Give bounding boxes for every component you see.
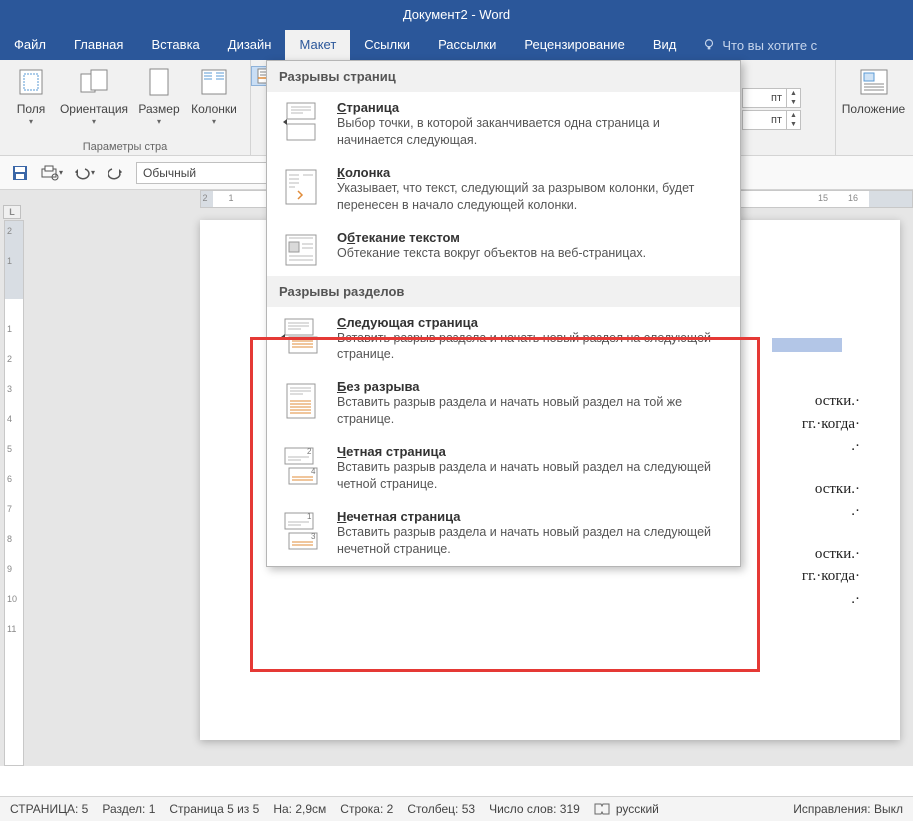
tab-review[interactable]: Рецензирование — [510, 30, 638, 60]
status-page-of[interactable]: Страница 5 из 5 — [169, 802, 259, 816]
position-icon — [858, 66, 890, 98]
spacing-after-spinner[interactable]: пт ▲▼ — [742, 110, 801, 130]
tab-layout[interactable]: Макет — [285, 30, 350, 60]
svg-text:1: 1 — [307, 512, 312, 521]
break-page-icon — [281, 100, 321, 142]
break-even-page-icon: 24 — [281, 444, 321, 488]
break-continuous-desc: Вставить разрыв раздела и начать новый р… — [337, 394, 726, 428]
status-column[interactable]: Столбец: 53 — [407, 802, 475, 816]
tell-me-search[interactable]: Что вы хотите с — [690, 30, 817, 60]
document-title: Документ2 - Word — [403, 7, 510, 22]
break-wrap-icon — [281, 230, 321, 268]
chevron-down-icon: ▾ — [29, 117, 33, 126]
dropdown-header-section-breaks: Разрывы разделов — [267, 276, 740, 307]
tab-design[interactable]: Дизайн — [214, 30, 286, 60]
break-page-title: Страница — [337, 100, 726, 115]
status-track-changes[interactable]: Исправления: Выкл — [793, 802, 903, 816]
tab-insert[interactable]: Вставка — [137, 30, 213, 60]
status-line[interactable]: Строка: 2 — [340, 802, 393, 816]
status-page[interactable]: СТРАНИЦА: 5 — [10, 802, 88, 816]
status-position[interactable]: На: 2,9см — [273, 802, 326, 816]
break-column-item[interactable]: Колонка Указывает, что текст, следующий … — [267, 157, 740, 222]
break-column-icon — [281, 165, 321, 207]
tab-view[interactable]: Вид — [639, 30, 691, 60]
dropdown-header-page-breaks: Разрывы страниц — [267, 61, 740, 92]
style-value: Обычный — [143, 166, 196, 180]
break-odd-page-item[interactable]: 13 Нечетная страница Вставить разрыв раз… — [267, 501, 740, 566]
page-setup-caption: Параметры стра — [0, 141, 250, 153]
print-preview-button[interactable]: ▾ — [40, 161, 64, 185]
break-odd-page-title: Нечетная страница — [337, 509, 726, 524]
spacing-before-spinner[interactable]: пт ▲▼ — [742, 88, 801, 108]
vertical-ruler[interactable]: L 2 1 1 2 3 4 5 6 7 8 9 10 11 — [4, 220, 24, 766]
break-even-page-desc: Вставить разрыв раздела и начать новый р… — [337, 459, 726, 493]
break-wrap-desc: Обтекание текста вокруг объектов на веб-… — [337, 245, 726, 262]
svg-text:2: 2 — [307, 447, 312, 456]
break-next-page-icon — [281, 315, 321, 357]
bulb-icon — [702, 38, 716, 52]
columns-button[interactable]: Колонки ▾ — [186, 64, 242, 128]
status-section[interactable]: Раздел: 1 — [102, 802, 155, 816]
break-even-page-item[interactable]: 24 Четная страница Вставить разрыв разде… — [267, 436, 740, 501]
tab-mailings[interactable]: Рассылки — [424, 30, 510, 60]
body-text-fragment: .· — [240, 588, 860, 611]
breaks-dropdown: Разрывы страниц Страница Выбор точки, в … — [266, 60, 741, 567]
break-even-page-title: Четная страница — [337, 444, 726, 459]
break-continuous-title: Без разрыва — [337, 379, 726, 394]
tab-file[interactable]: Файл — [0, 30, 60, 60]
break-wrap-title: Обтекание текстом — [337, 230, 726, 245]
svg-text:3: 3 — [311, 532, 316, 541]
columns-icon — [198, 66, 230, 98]
spinner-down[interactable]: ▼ — [787, 98, 800, 107]
spinner-up[interactable]: ▲ — [787, 89, 800, 98]
break-continuous-item[interactable]: Без разрыва Вставить разрыв раздела и на… — [267, 371, 740, 436]
margins-button[interactable]: Поля ▾ — [8, 64, 54, 128]
status-word-count[interactable]: Число слов: 319 — [489, 802, 580, 816]
status-bar: СТРАНИЦА: 5 Раздел: 1 Страница 5 из 5 На… — [0, 796, 913, 821]
text-selection — [772, 338, 842, 352]
break-odd-page-desc: Вставить разрыв раздела и начать новый р… — [337, 524, 726, 558]
chevron-down-icon: ▾ — [212, 117, 216, 126]
arrange-group: Положение — [835, 60, 913, 155]
spinner-up[interactable]: ▲ — [787, 111, 800, 120]
tab-stop-selector[interactable]: L — [3, 205, 21, 219]
break-column-desc: Указывает, что текст, следующий за разры… — [337, 180, 726, 214]
book-icon — [594, 803, 610, 815]
break-page-desc: Выбор точки, в которой заканчивается одн… — [337, 115, 726, 149]
spinner-down[interactable]: ▼ — [787, 120, 800, 129]
break-odd-page-icon: 13 — [281, 509, 321, 553]
chevron-down-icon: ▾ — [92, 117, 96, 126]
margins-icon — [15, 66, 47, 98]
body-text-fragment: гг.·когда· — [240, 565, 860, 588]
svg-text:4: 4 — [311, 467, 316, 476]
redo-button[interactable] — [104, 161, 128, 185]
tab-references[interactable]: Ссылки — [350, 30, 424, 60]
break-page-item[interactable]: Страница Выбор точки, в которой заканчив… — [267, 92, 740, 157]
status-language[interactable]: русский — [594, 802, 659, 816]
size-button[interactable]: Размер ▾ — [134, 64, 184, 128]
tell-me-placeholder: Что вы хотите с — [722, 38, 817, 53]
break-continuous-icon — [281, 379, 321, 421]
orientation-button[interactable]: Ориентация ▾ — [56, 64, 132, 128]
size-icon — [143, 66, 175, 98]
chevron-down-icon: ▾ — [157, 117, 161, 126]
page-setup-group: Поля ▾ Ориентация ▾ Размер ▾ — [0, 60, 251, 155]
break-next-page-item[interactable]: Следующая страница Вставить разрыв разде… — [267, 307, 740, 372]
ribbon-tabs: Файл Главная Вставка Дизайн Макет Ссылки… — [0, 30, 913, 60]
position-button[interactable]: Положение — [838, 64, 910, 118]
break-wrap-item[interactable]: Обтекание текстом Обтекание текста вокру… — [267, 222, 740, 276]
break-next-page-desc: Вставить разрыв раздела и начать новый р… — [337, 330, 726, 364]
save-button[interactable] — [8, 161, 32, 185]
break-column-title: Колонка — [337, 165, 726, 180]
orientation-icon — [78, 66, 110, 98]
undo-button[interactable]: ▾ — [72, 161, 96, 185]
title-bar: Документ2 - Word — [0, 0, 913, 30]
tab-home[interactable]: Главная — [60, 30, 137, 60]
break-next-page-title: Следующая страница — [337, 315, 726, 330]
